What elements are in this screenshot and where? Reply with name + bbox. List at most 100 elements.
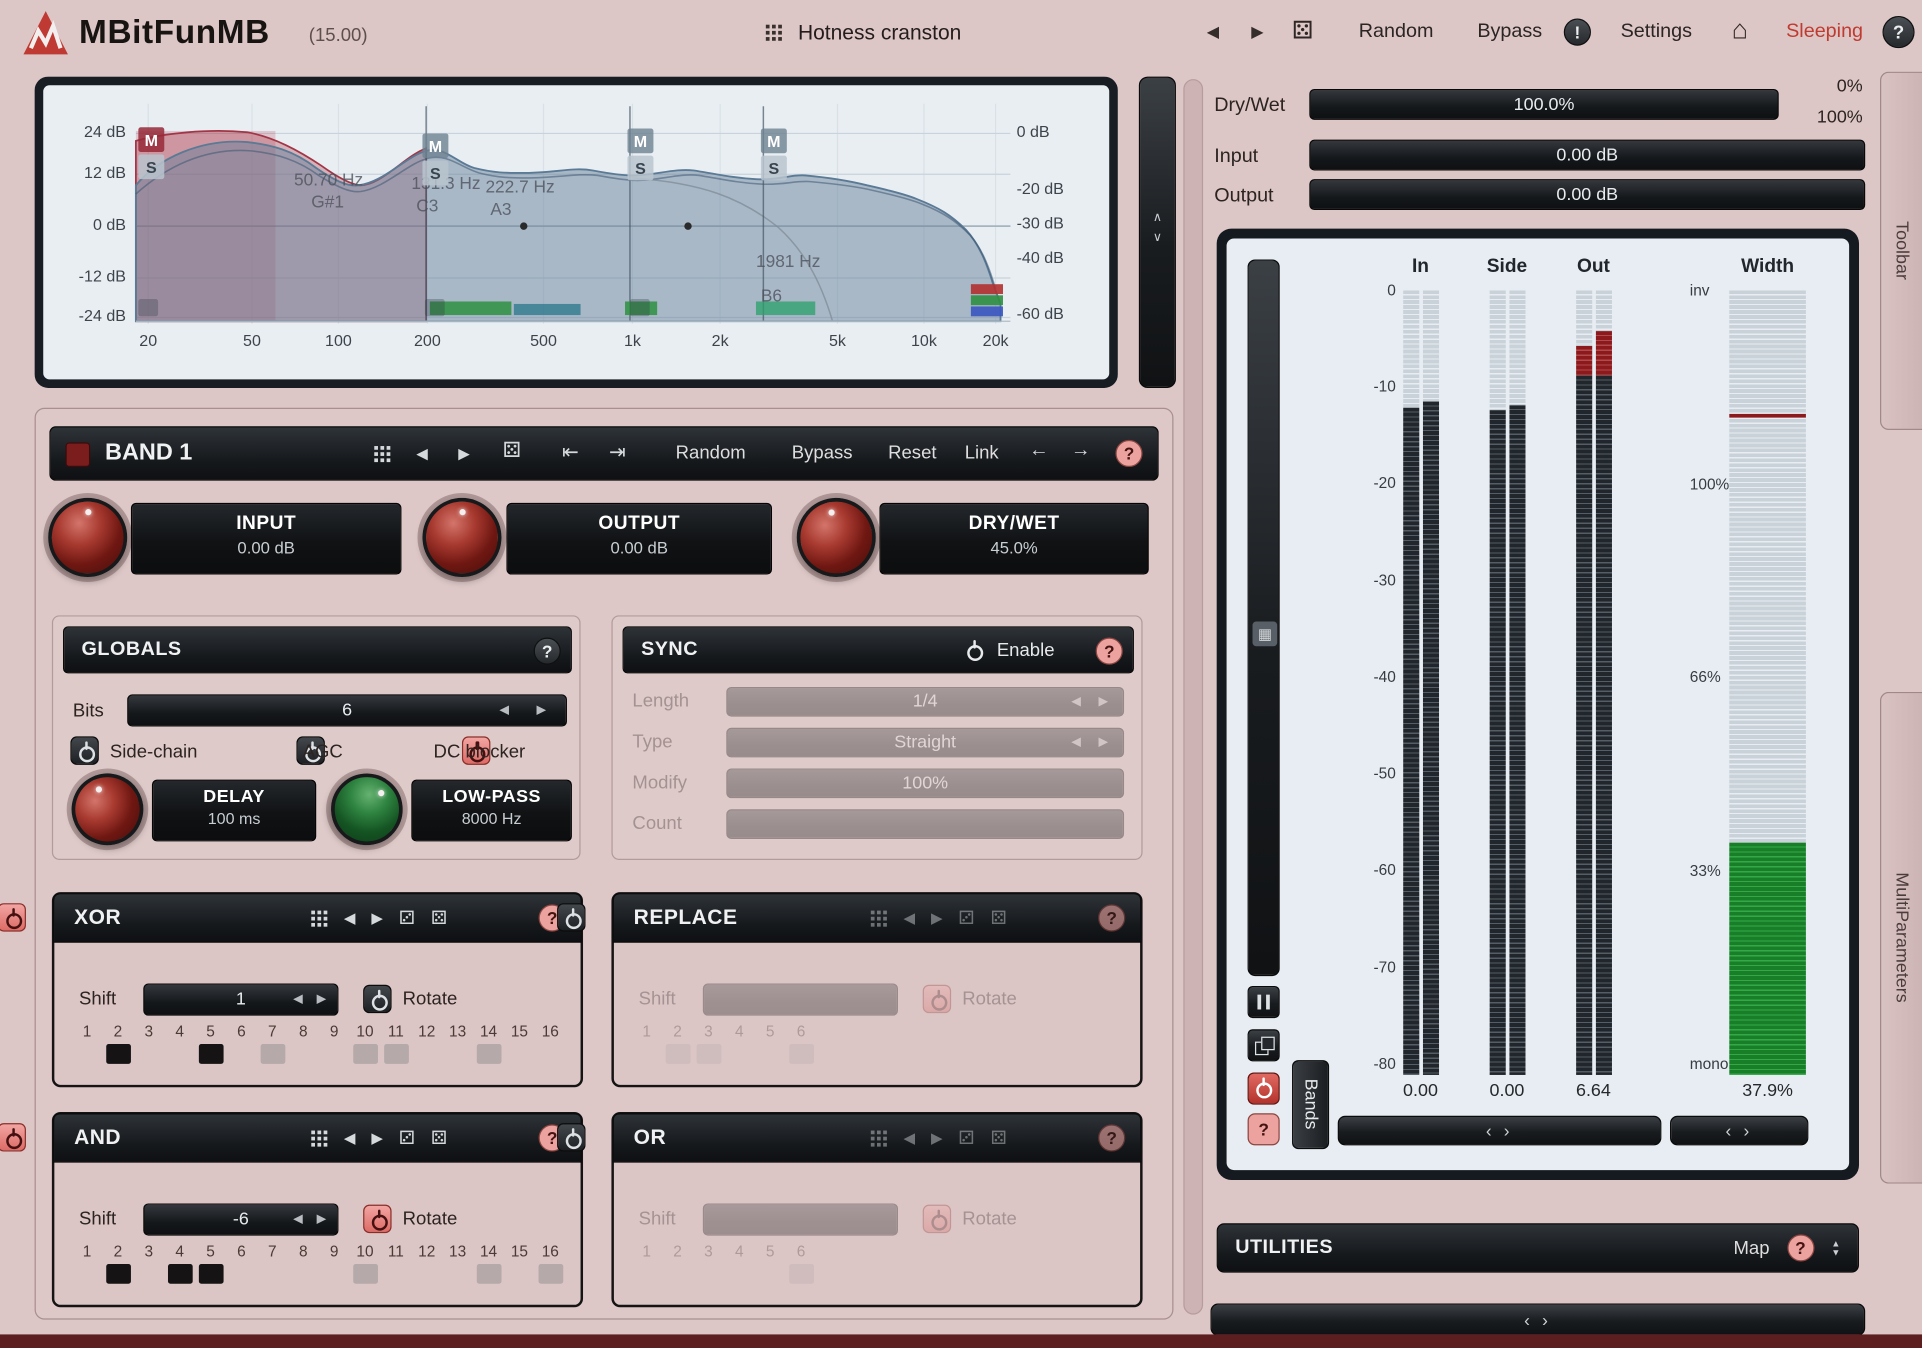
bit-cell[interactable] [445,1264,470,1284]
bit-cell[interactable] [106,1264,131,1284]
toolbar-tab[interactable]: Toolbar [1880,72,1922,430]
randomize-dice-icon[interactable]: ⚄ [1292,15,1313,46]
width-scrollbar[interactable]: ‹ › [1670,1116,1808,1146]
bit-cell[interactable] [634,1264,659,1284]
bit-cell[interactable] [696,1264,721,1284]
dice-icon[interactable]: ⚄ [431,1127,447,1149]
utilities-help-button[interactable]: ? [1787,1234,1814,1261]
increment-icon[interactable]: ▶ [1098,695,1108,709]
input-value-panel[interactable]: INPUT 0.00 dB [131,503,402,575]
presets-grid-icon[interactable] [374,446,390,462]
bit-cell[interactable] [322,1264,347,1284]
bit-cell[interactable] [136,1264,161,1284]
bit-cell[interactable] [291,1264,316,1284]
bypass-button[interactable]: Bypass [1477,21,1542,43]
map-button[interactable]: Map [1733,1237,1769,1258]
bit-cell[interactable] [758,1264,783,1284]
bit-cell[interactable] [476,1044,501,1064]
output-knob[interactable] [422,498,501,577]
bit-cell[interactable] [476,1264,501,1284]
bit-cell[interactable] [136,1044,161,1064]
dice-icon[interactable]: ⚄ [503,439,521,464]
decrement-icon[interactable]: ◀ [1071,736,1081,750]
output-value-panel[interactable]: OUTPUT 0.00 dB [506,503,772,575]
bit-cell[interactable] [167,1044,192,1064]
spectrum-analyzer[interactable]: 24 dB 12 dB 0 dB -12 dB -24 dB 0 dB -20 … [35,77,1118,388]
bit-cell[interactable] [291,1044,316,1064]
increment-icon[interactable]: ▶ [317,1213,327,1227]
bit-cell[interactable] [353,1264,378,1284]
bits-increment-icon[interactable]: ▶ [536,704,546,718]
bit-cell[interactable] [260,1264,285,1284]
bit-cell[interactable] [229,1264,254,1284]
mid-toggle[interactable]: M [627,128,653,153]
pause-button[interactable] [1248,986,1280,1018]
help-button[interactable]: ? [1882,16,1914,48]
sleeping-status[interactable]: Sleeping [1786,21,1863,43]
bit-cell[interactable] [229,1044,254,1064]
bit-cell[interactable] [106,1044,131,1064]
bit-cell[interactable] [789,1044,814,1064]
multiparameters-tab[interactable]: MultiParameters [1880,692,1922,1184]
bit-cell[interactable] [414,1044,439,1064]
copy-in-icon[interactable]: ⇤ [562,440,579,465]
band-bypass-button[interactable]: Bypass [792,442,853,463]
bit-cell[interactable] [322,1044,347,1064]
operator-power-button[interactable] [557,1123,585,1151]
band-link-button[interactable]: Link [965,442,999,463]
sync-type-selector[interactable]: Straight ◀ ▶ [726,728,1124,758]
operator-power-button[interactable] [0,903,26,931]
band-reset-button[interactable]: Reset [888,442,936,463]
bit-cell[interactable] [665,1044,690,1064]
bit-cell[interactable] [727,1264,752,1284]
sync-help-button[interactable]: ? [1096,638,1123,665]
utilities-bar[interactable]: UTILITIES Map ? ▲ ▼ [1217,1223,1859,1272]
redo-icon[interactable]: ▶ [1251,22,1263,42]
bit-cell[interactable] [696,1044,721,1064]
meter-power-button[interactable] [1248,1072,1280,1104]
side-toggle[interactable]: S [627,156,653,181]
delay-value-panel[interactable]: DELAY 100 ms [152,780,316,842]
undo-icon[interactable]: ◀ [1207,22,1219,42]
random-button[interactable]: Random [1359,21,1434,43]
bit-cell[interactable] [789,1264,814,1284]
zoom-slider-handle[interactable]: ▦ [1253,621,1278,646]
sync-enable-label[interactable]: Enable [997,640,1055,661]
meter-scrollbar[interactable]: ‹ › [1338,1116,1662,1146]
bit-cell[interactable] [758,1044,783,1064]
mid-toggle[interactable]: M [138,127,164,152]
bits-slider[interactable]: 6 ◀ ▶ [127,694,567,726]
next-band-icon[interactable]: → [1071,440,1091,462]
shift-slider[interactable]: -6 ◀ ▶ [143,1203,338,1235]
warning-icon[interactable]: ! [1564,19,1591,46]
mid-toggle[interactable]: M [422,133,448,158]
presets-grid-icon[interactable] [312,910,328,926]
next-preset-icon[interactable]: ▶ [371,1129,382,1146]
presets-grid-icon[interactable] [312,1130,328,1146]
side-toggle[interactable]: S [761,156,787,181]
bits-decrement-icon[interactable]: ◀ [499,704,509,718]
next-preset-icon[interactable]: ▶ [371,909,382,926]
bit-cell[interactable] [353,1044,378,1064]
decrement-icon[interactable]: ◀ [293,993,303,1007]
prev-band-icon[interactable]: ← [1029,440,1049,462]
band-color-swatch[interactable] [65,442,90,467]
bit-cell[interactable] [538,1044,563,1064]
bit-cell[interactable] [445,1044,470,1064]
sync-count-slider[interactable] [726,809,1124,839]
lowpass-knob[interactable] [316,759,417,860]
bit-cell[interactable] [727,1044,752,1064]
lowpass-value-panel[interactable]: LOW-PASS 8000 Hz [411,780,572,842]
input-knob[interactable] [48,498,127,577]
preset-grid-icon[interactable] [766,25,782,41]
sync-modify-slider[interactable]: 100% [726,769,1124,799]
mid-toggle[interactable]: M [761,128,787,153]
meter-zoom-slider[interactable]: ▦ [1248,259,1280,976]
bands-tab[interactable]: Bands [1292,1060,1329,1149]
panel-splitter[interactable] [1183,79,1203,1315]
shift-slider[interactable]: 1 ◀ ▶ [143,984,338,1016]
home-icon[interactable]: ⌂ [1732,14,1748,46]
rotate-toggle[interactable] [923,1205,951,1233]
side-toggle[interactable]: S [422,161,448,186]
globals-help-button[interactable]: ? [534,638,561,665]
